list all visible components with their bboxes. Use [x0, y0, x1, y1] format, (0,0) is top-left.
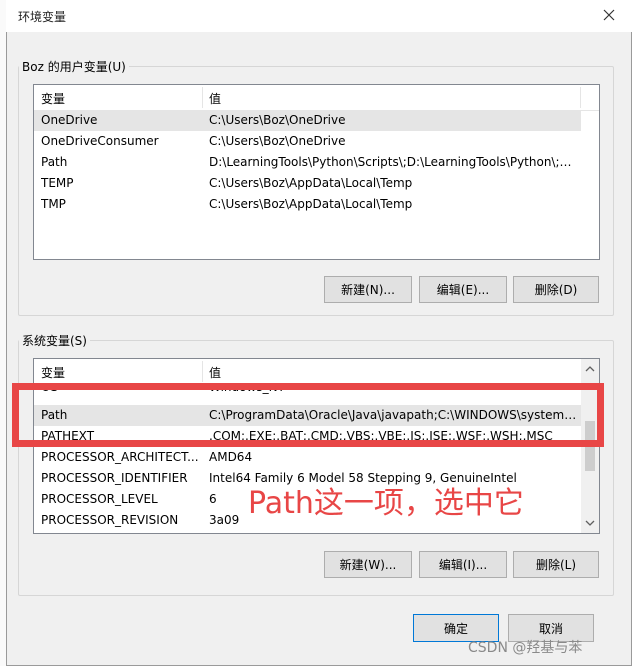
variable-value: C:\Users\Boz\AppData\Local\Temp	[209, 197, 413, 211]
variable-name: PROCESSOR_LEVEL	[41, 492, 158, 506]
column-header-variable[interactable]: 变量	[41, 90, 65, 107]
system-delete-button[interactable]: 删除(L)	[513, 551, 599, 578]
column-header-value[interactable]: 值	[209, 90, 221, 107]
table-row[interactable]: TMP C:\Users\Boz\AppData\Local\Temp	[34, 194, 581, 215]
watermark: CSDN @羟基与苯	[468, 640, 583, 656]
user-delete-button[interactable]: 删除(D)	[513, 276, 599, 303]
column-divider[interactable]	[202, 87, 203, 108]
variable-name: Path	[41, 155, 68, 169]
column-header-variable[interactable]: 变量	[41, 364, 65, 381]
list-header: 变量 值	[34, 359, 581, 385]
user-new-button[interactable]: 新建(N)...	[324, 276, 412, 303]
system-edit-button[interactable]: 编辑(I)...	[419, 551, 507, 578]
variable-name: OneDriveConsumer	[41, 134, 159, 148]
system-new-button[interactable]: 新建(W)...	[324, 551, 412, 578]
system-variables-legend: 系统变量(S)	[22, 334, 87, 348]
variable-name: TEMP	[41, 176, 74, 190]
list-header: 变量 值	[34, 85, 599, 111]
variable-value: C:\Users\Boz\OneDrive	[209, 113, 346, 127]
close-icon	[603, 9, 615, 21]
variable-name: TMP	[41, 197, 66, 211]
table-row[interactable]: TEMP C:\Users\Boz\AppData\Local\Temp	[34, 173, 581, 194]
table-row[interactable]: Path D:\LearningTools\Python\Scripts\;D:…	[34, 152, 581, 173]
variable-name: PROCESSOR_ARCHITECT...	[41, 450, 199, 464]
user-edit-button[interactable]: 编辑(E)...	[419, 276, 507, 303]
variable-value: C:\Users\Boz\AppData\Local\Temp	[209, 176, 413, 190]
user-variables-legend: Boz 的用户变量(U)	[22, 60, 126, 74]
column-header-value[interactable]: 值	[209, 364, 221, 381]
close-button[interactable]	[598, 4, 620, 26]
table-row[interactable]: PROCESSOR_ARCHITECT... AMD64	[34, 447, 581, 468]
variable-value: D:\LearningTools\Python\Scripts\;D:\Lear…	[209, 155, 579, 169]
scroll-up-icon[interactable]	[585, 365, 595, 373]
user-variables-list[interactable]: 变量 值 OneDrive C:\Users\Boz\OneDrive OneD…	[33, 84, 600, 260]
variable-value: AMD64	[209, 450, 253, 464]
column-divider[interactable]	[202, 361, 203, 382]
scroll-down-icon[interactable]	[585, 519, 595, 527]
column-divider[interactable]	[580, 87, 581, 108]
variable-name: OneDrive	[41, 113, 98, 127]
variable-name: PROCESSOR_REVISION	[41, 513, 179, 527]
variable-value: C:\Users\Boz\OneDrive	[209, 134, 346, 148]
title-bar	[6, 0, 632, 32]
annotation-text: Path这一项，选中它	[248, 486, 524, 521]
window-title: 环境变量	[18, 10, 67, 24]
table-row[interactable]: OneDrive C:\Users\Boz\OneDrive	[34, 110, 581, 131]
table-row[interactable]: OneDriveConsumer C:\Users\Boz\OneDrive	[34, 131, 581, 152]
variable-name: PROCESSOR_IDENTIFIER	[41, 471, 188, 485]
highlight-box	[12, 383, 604, 447]
